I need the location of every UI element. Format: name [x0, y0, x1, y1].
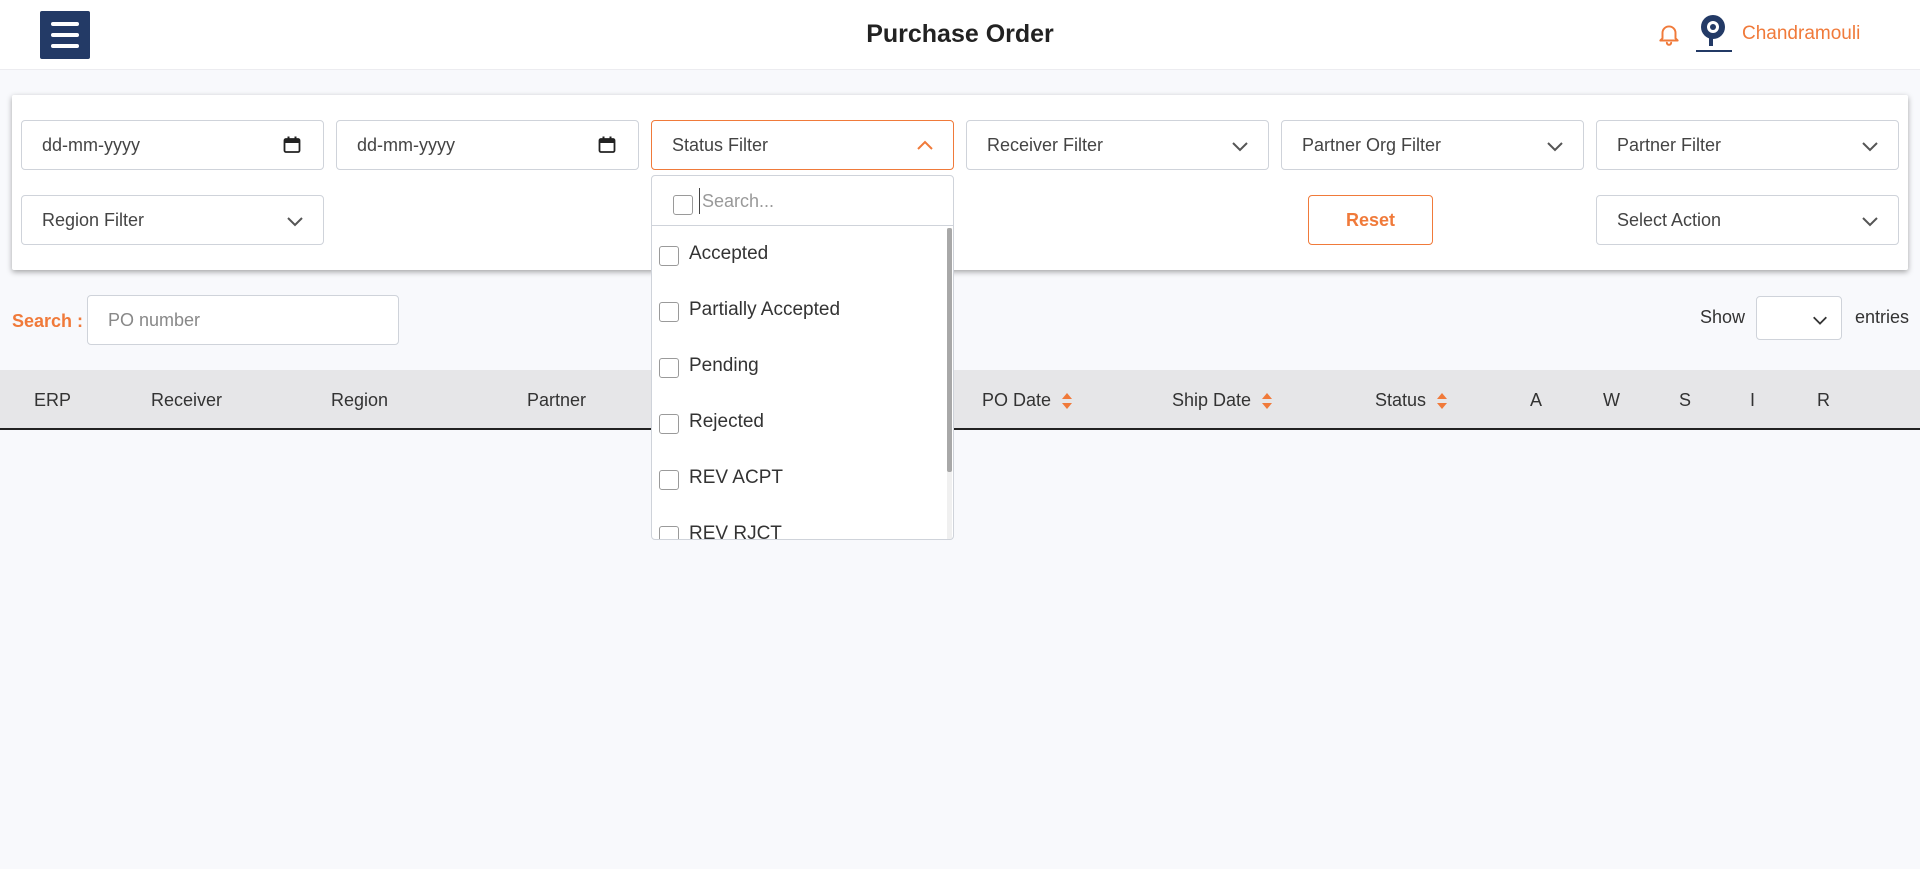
dropdown-search-input[interactable] [699, 188, 929, 214]
region-filter-select[interactable]: Region Filter [21, 195, 324, 245]
column-header-receiver[interactable]: Receiver [151, 390, 222, 411]
option-label: Accepted [689, 243, 769, 264]
status-option-pending[interactable]: Pending [652, 340, 947, 396]
entries-label: entries [1855, 307, 1910, 327]
column-header-status[interactable]: Status [1375, 390, 1448, 411]
chevron-down-icon [1862, 142, 1878, 152]
date-to-input[interactable]: dd-mm-yyyy [336, 120, 639, 170]
chevron-down-icon [1547, 142, 1563, 152]
receiver-filter-select[interactable]: Receiver Filter [966, 120, 1269, 170]
partner-filter-select[interactable]: Partner Filter [1596, 120, 1899, 170]
status-option-rejected[interactable]: Rejected [652, 396, 947, 452]
date-from-placeholder: dd-mm-yyyy [42, 134, 140, 155]
user-name[interactable]: Chandramouli [1742, 23, 1860, 45]
sort-icon[interactable] [1061, 392, 1073, 410]
dropdown-scrollbar-thumb[interactable] [947, 228, 952, 472]
option-label: Partially Accepted [689, 299, 841, 320]
option-label: REV RJCT [689, 523, 782, 540]
chevron-up-icon [917, 140, 933, 150]
partner-filter-label: Partner Filter [1617, 134, 1722, 155]
column-header-erp[interactable]: ERP [34, 390, 71, 411]
option-label: REV ACPT [689, 467, 783, 488]
page-title: Purchase Order [866, 20, 1054, 48]
status-filter-label: Status Filter [672, 134, 769, 155]
option-checkbox[interactable] [659, 358, 679, 378]
chevron-down-icon [287, 217, 303, 227]
select-action-select[interactable]: Select Action [1596, 195, 1899, 245]
date-to-placeholder: dd-mm-yyyy [357, 134, 455, 155]
dropdown-search-row [652, 176, 953, 226]
partner-org-filter-label: Partner Org Filter [1302, 134, 1442, 155]
sort-icon[interactable] [1436, 392, 1448, 410]
column-header-w[interactable]: W [1603, 390, 1620, 411]
option-checkbox[interactable] [659, 414, 679, 434]
region-filter-label: Region Filter [42, 209, 145, 230]
calendar-icon[interactable] [598, 136, 616, 154]
date-from-input[interactable]: dd-mm-yyyy [21, 120, 324, 170]
select-action-label: Select Action [1617, 209, 1722, 230]
reset-button[interactable]: Reset [1308, 195, 1433, 245]
column-header-a[interactable]: A [1530, 390, 1542, 411]
select-all-checkbox[interactable] [673, 195, 693, 215]
chevron-down-icon [1862, 217, 1878, 227]
po-number-search-input[interactable] [87, 295, 399, 345]
chevron-down-icon [1813, 316, 1827, 325]
app-header: Purchase Order Chandramouli [0, 0, 1920, 70]
search-label: Search : [12, 311, 84, 331]
chevron-down-icon [1232, 142, 1248, 152]
receiver-filter-label: Receiver Filter [987, 134, 1104, 155]
column-header-i[interactable]: I [1750, 390, 1755, 411]
status-option-rev-acpt[interactable]: REV ACPT [652, 452, 947, 508]
status-filter-dropdown: Accepted Partially Accepted Pending Reje… [651, 175, 954, 540]
entries-per-page-select[interactable] [1756, 296, 1842, 340]
column-header-ship-date[interactable]: Ship Date [1172, 390, 1273, 411]
show-label: Show [1700, 307, 1746, 327]
column-header-s[interactable]: S [1679, 390, 1691, 411]
option-label: Rejected [689, 411, 764, 432]
option-checkbox[interactable] [659, 470, 679, 490]
column-header-r[interactable]: R [1817, 390, 1830, 411]
option-checkbox[interactable] [659, 526, 679, 539]
bell-icon[interactable] [1656, 21, 1682, 47]
status-option-partially-accepted[interactable]: Partially Accepted [652, 284, 947, 340]
calendar-icon[interactable] [283, 136, 301, 154]
option-label: Pending [689, 355, 759, 376]
option-checkbox[interactable] [659, 302, 679, 322]
status-option-rev-rjct[interactable]: REV RJCT [652, 508, 947, 540]
option-checkbox[interactable] [659, 246, 679, 266]
company-logo-icon [1696, 15, 1732, 52]
column-header-region[interactable]: Region [331, 390, 388, 411]
partner-org-filter-select[interactable]: Partner Org Filter [1281, 120, 1584, 170]
column-header-partner[interactable]: Partner [527, 390, 586, 411]
status-filter-select[interactable]: Status Filter [651, 120, 954, 170]
sort-icon[interactable] [1261, 392, 1273, 410]
status-option-accepted[interactable]: Accepted [652, 228, 947, 284]
column-header-po-date[interactable]: PO Date [982, 390, 1073, 411]
table-header: ERP Receiver Region Partner PO Date Ship… [0, 370, 1920, 430]
